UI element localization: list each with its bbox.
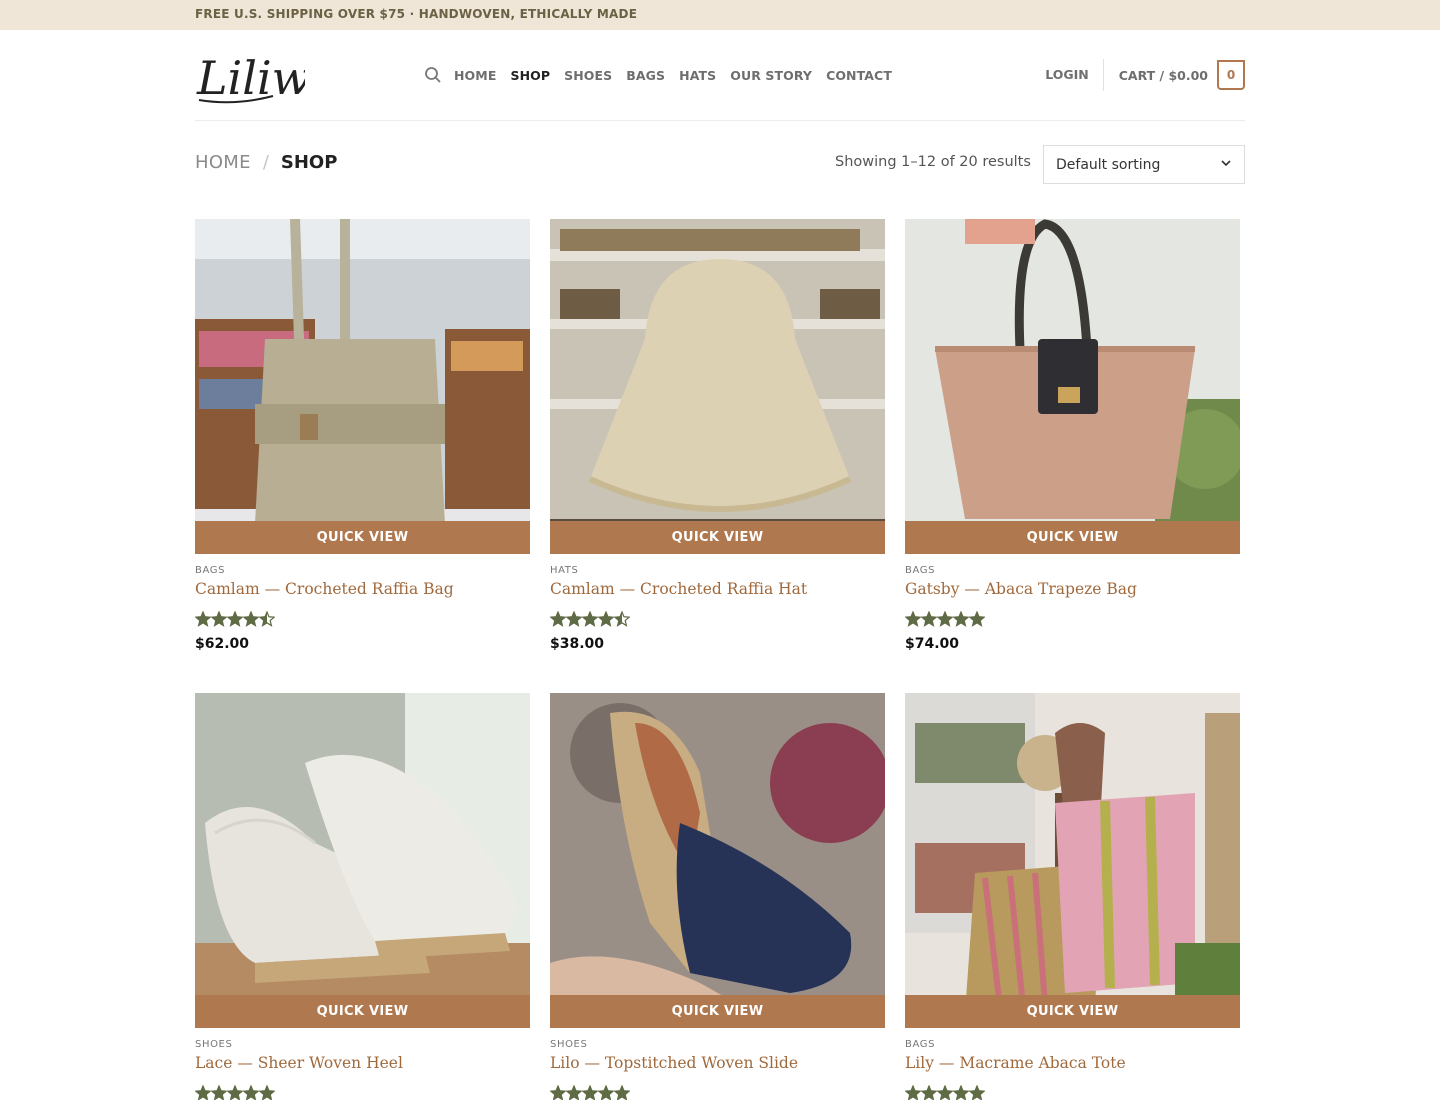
quick-view-button[interactable]: QUICK VIEW [550, 995, 885, 1028]
quick-view-button[interactable]: QUICK VIEW [195, 995, 530, 1028]
cart-count-badge[interactable]: 0 [1217, 60, 1245, 90]
product-rating-stars [195, 611, 275, 627]
breadcrumb-current: SHOP [280, 152, 338, 173]
product-image-shoe[interactable]: QUICK VIEW [550, 693, 885, 1028]
product-rating-stars [195, 1085, 275, 1100]
quick-view-button[interactable]: QUICK VIEW [905, 995, 1240, 1028]
nav-shoes[interactable]: SHOES [564, 68, 612, 83]
product-category[interactable]: SHOES [195, 1039, 232, 1050]
nav-home[interactable]: HOME [454, 68, 496, 83]
product-card[interactable]: QUICK VIEW SHOES Lilo — Topstitched Wove… [550, 693, 885, 1100]
product-rating-stars [550, 1085, 630, 1100]
product-card[interactable]: QUICK VIEW BAGS Gatsby — Abaca Trapeze B… [905, 219, 1240, 659]
login-link[interactable]: LOGIN [1045, 59, 1104, 91]
product-name[interactable]: Camlam — Crocheted Raffia Hat [550, 580, 807, 598]
site-header: Liliw HOME SHOP SHOES BAGS HATS OUR STOR… [195, 30, 1245, 121]
breadcrumb: HOME / SHOP [195, 152, 337, 173]
nav-bags[interactable]: BAGS [626, 68, 665, 83]
breadcrumb-separator: / [262, 152, 269, 173]
logo-text: Liliw [196, 51, 305, 105]
announcement-bar: FREE U.S. SHIPPING OVER $75 · HANDWOVEN,… [0, 0, 1440, 30]
quick-view-button[interactable]: QUICK VIEW [195, 521, 530, 554]
product-rating-stars [905, 1085, 985, 1100]
product-price: $38.00 [550, 636, 605, 652]
nav-shop[interactable]: SHOP [510, 68, 550, 83]
account-area: LOGIN CART / $0.00 0 [1045, 59, 1245, 91]
sorting-selected-value: Default sorting [1056, 156, 1161, 173]
breadcrumb-home[interactable]: HOME [195, 152, 251, 173]
product-image-bag[interactable]: QUICK VIEW [195, 219, 530, 554]
announcement-text: FREE U.S. SHIPPING OVER $75 · HANDWOVEN,… [195, 7, 638, 21]
search-icon[interactable] [424, 66, 442, 84]
nav-our-story[interactable]: OUR STORY [730, 68, 812, 83]
product-rating-stars [550, 611, 630, 627]
product-category[interactable]: BAGS [195, 565, 225, 576]
product-name[interactable]: Lilo — Topstitched Woven Slide [550, 1054, 798, 1072]
sorting-select[interactable]: Default sorting [1043, 145, 1245, 184]
logo-wordmark-icon: Liliw [196, 51, 311, 105]
product-name[interactable]: Gatsby — Abaca Trapeze Bag [905, 580, 1137, 598]
product-category[interactable]: SHOES [550, 1039, 587, 1050]
site-logo[interactable]: Liliw [195, 42, 311, 108]
product-price: $74.00 [905, 636, 960, 652]
product-card[interactable]: QUICK VIEW BAGS Lily — Macrame Abaca Tot… [905, 693, 1240, 1100]
product-card[interactable]: QUICK VIEW BAGS Camlam — Crocheted Raffi… [195, 219, 530, 659]
product-card[interactable]: QUICK VIEW SHOES Lace — Sheer Woven Heel [195, 693, 530, 1100]
product-category[interactable]: HATS [550, 565, 578, 576]
product-image-bag[interactable]: QUICK VIEW [905, 693, 1240, 1028]
product-image-bag[interactable]: QUICK VIEW [905, 219, 1240, 554]
quick-view-button[interactable]: QUICK VIEW [905, 521, 1240, 554]
chevron-down-icon [1221, 160, 1231, 167]
results-count: Showing 1–12 of 20 results [835, 154, 1031, 170]
product-image-shoe[interactable]: QUICK VIEW [195, 693, 530, 1028]
product-rating-stars [905, 611, 985, 627]
nav-contact[interactable]: CONTACT [826, 68, 892, 83]
cart-link[interactable]: CART / $0.00 [1119, 68, 1208, 83]
product-category[interactable]: BAGS [905, 565, 935, 576]
product-image-hat[interactable]: QUICK VIEW [550, 219, 885, 554]
quick-view-button[interactable]: QUICK VIEW [550, 521, 885, 554]
product-name[interactable]: Camlam — Crocheted Raffia Bag [195, 580, 454, 598]
product-price: $62.00 [195, 636, 250, 652]
nav-hats[interactable]: HATS [679, 68, 716, 83]
product-category[interactable]: BAGS [905, 1039, 935, 1050]
product-name[interactable]: Lily — Macrame Abaca Tote [905, 1054, 1126, 1072]
main-nav: HOME SHOP SHOES BAGS HATS OUR STORY CONT… [424, 66, 906, 84]
product-name[interactable]: Lace — Sheer Woven Heel [195, 1054, 403, 1072]
product-card[interactable]: QUICK VIEW HATS Camlam — Crocheted Raffi… [550, 219, 885, 659]
